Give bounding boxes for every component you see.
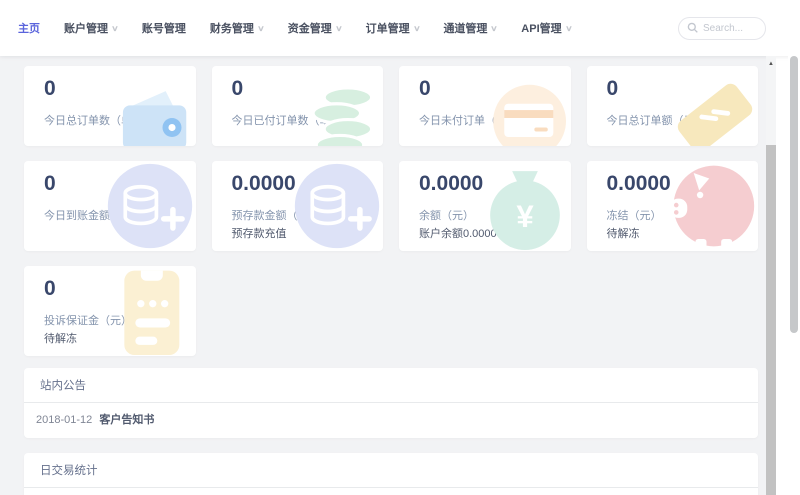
nav-item-label: 资金管理 — [288, 20, 332, 36]
stat-card: 0 今日总订单额（元） — [587, 66, 759, 146]
stat-label: 今日已付订单数（单） — [232, 115, 384, 128]
stat-card: 0 投诉保证金（元） 待解冻 — [24, 266, 196, 356]
nav-item[interactable]: 账号管理 ∨ — [142, 20, 186, 36]
main-nav: 主页 ∨ 账户管理 ∨ 账号管理 ∨ 财务管理 ∨ 资金管理 ∨ — [18, 20, 596, 36]
browser-scrollbar-track — [788, 0, 800, 495]
announcement-panel: 站内公告 2018-01-12 客户告知书 — [24, 368, 758, 438]
nav-item-label: 账户管理 — [64, 20, 108, 36]
stat-value: 0 — [607, 76, 759, 102]
stat-card: 0 今日到账金额（元） — [24, 161, 196, 251]
nav-item[interactable]: 资金管理 ∨ — [288, 20, 342, 36]
nav-item-label: 主页 — [18, 20, 40, 36]
stat-card: 0 今日已付订单数（单） — [212, 66, 384, 146]
stat-label: 今日未付订单（单） — [419, 115, 571, 128]
nav-item[interactable]: 财务管理 ∨ — [210, 20, 264, 36]
stat-card: 0.0000 预存款金额（元） 预存款充值 — [212, 161, 384, 251]
announcement-item[interactable]: 2018-01-12 客户告知书 — [24, 403, 758, 438]
chevron-down-icon: ∨ — [413, 24, 421, 33]
stat-value: 0.0000 — [607, 171, 759, 197]
content-scrollbar-track: ▲ — [766, 56, 776, 495]
nav-item[interactable]: 主页 ∨ — [18, 20, 40, 36]
stat-sublabel: 待解冻 — [607, 228, 759, 241]
stat-sublabel: 待解冻 — [44, 333, 196, 346]
main-content: 0 今日总订单数（单） 0 今日已付订单数（单） 0 今日未付订单（单） 0 — [0, 56, 776, 495]
stat-value: 0 — [232, 76, 384, 102]
stat-card: 0.0000 余额（元） 账户余额0.0000 ¥ — [399, 161, 571, 251]
chevron-down-icon: ∨ — [111, 24, 119, 33]
scroll-up-arrow-icon[interactable]: ▲ — [766, 56, 776, 71]
browser-scrollbar-thumb[interactable] — [790, 56, 798, 333]
announcement-link[interactable]: 客户告知书 — [99, 414, 154, 426]
stat-card: 0.0000 冻结（元） 待解冻 — [587, 161, 759, 251]
stat-label: 今日总订单额（元） — [607, 115, 759, 128]
nav-item-label: API管理 — [521, 20, 561, 36]
announcement-panel-title: 站内公告 — [24, 368, 758, 402]
daily-stats-panel-title: 日交易统计 — [24, 453, 758, 487]
nav-item[interactable]: 订单管理 ∨ — [366, 20, 420, 36]
stat-value: 0 — [44, 276, 196, 302]
nav-item-label: 财务管理 — [210, 20, 254, 36]
stat-label: 今日到账金额（元） — [44, 210, 196, 223]
content-scrollbar-thumb[interactable] — [766, 145, 776, 495]
stat-label: 今日总订单数（单） — [44, 115, 196, 128]
nav-item[interactable]: 账户管理 ∨ — [64, 20, 118, 36]
daily-stats-panel: 日交易统计 商品订单概况 笔数 金额 ∿ — [24, 453, 758, 495]
stat-value: 0.0000 — [232, 171, 384, 197]
stat-value: 0.0000 — [419, 171, 571, 197]
nav-item-label: 订单管理 — [366, 20, 410, 36]
stat-value: 0 — [419, 76, 571, 102]
top-navbar: 主页 ∨ 账户管理 ∨ 账号管理 ∨ 财务管理 ∨ 资金管理 ∨ — [0, 0, 800, 56]
announcement-date: 2018-01-12 — [36, 414, 92, 426]
chart-header-row: 商品订单概况 笔数 金额 ∿ ▥ — [24, 488, 758, 495]
chevron-down-icon: ∨ — [565, 24, 573, 33]
nav-item[interactable]: 通道管理 ∨ — [443, 20, 497, 36]
stat-card: 0 今日总订单数（单） — [24, 66, 196, 146]
stat-label: 投诉保证金（元） — [44, 315, 196, 328]
stat-value: 0 — [44, 171, 196, 197]
stats-grid: 0 今日总订单数（单） 0 今日已付订单数（单） 0 今日未付订单（单） 0 — [24, 66, 758, 356]
stat-label: 余额（元） — [419, 210, 571, 223]
stat-sublabel[interactable]: 预存款充值 — [232, 228, 384, 241]
stat-label: 预存款金额（元） — [232, 210, 384, 223]
nav-item-label: 账号管理 — [142, 20, 186, 36]
stat-sublabel: 账户余额0.0000 — [419, 228, 571, 241]
chevron-down-icon: ∨ — [257, 24, 265, 33]
nav-item[interactable]: API管理 ∨ — [521, 20, 571, 36]
search-icon — [687, 22, 698, 33]
chevron-down-icon: ∨ — [491, 24, 499, 33]
stat-label: 冻结（元） — [607, 210, 759, 223]
stat-value: 0 — [44, 76, 196, 102]
nav-item-label: 通道管理 — [443, 20, 487, 36]
search-box — [678, 17, 766, 40]
chevron-down-icon: ∨ — [335, 24, 343, 33]
stat-card: 0 今日未付订单（单） — [399, 66, 571, 146]
